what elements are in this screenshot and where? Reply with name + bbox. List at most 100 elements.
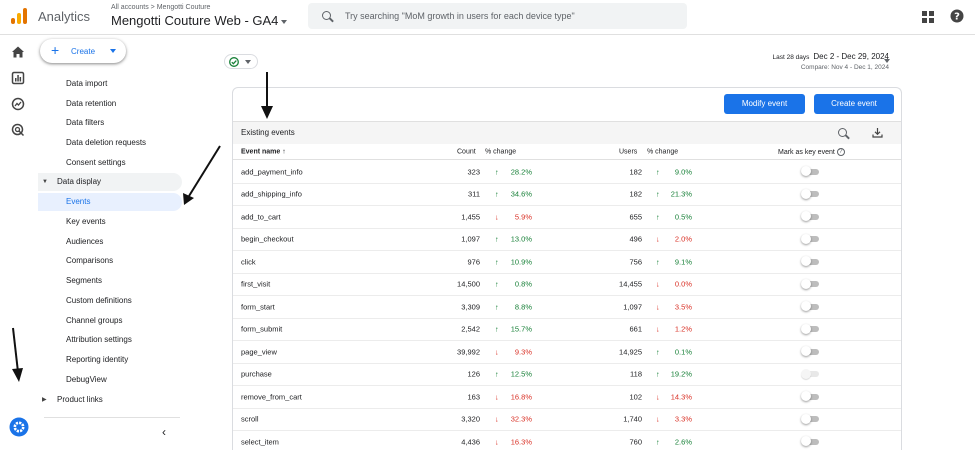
- event-users: 655: [629, 212, 642, 222]
- sidebar-item-attribution-settings[interactable]: Attribution settings: [66, 331, 132, 349]
- sidebar-item-consent-settings[interactable]: Consent settings: [66, 154, 126, 172]
- col-users-change[interactable]: % change: [647, 148, 678, 155]
- col-users[interactable]: Users: [619, 148, 637, 155]
- table-row[interactable]: form_submit 2,542 ↑ 15.7% 661 ↓ 1.2%: [233, 319, 901, 341]
- event-name[interactable]: add_to_cart: [241, 212, 281, 221]
- apps-grid-icon[interactable]: [922, 11, 934, 23]
- key-event-toggle[interactable]: [801, 346, 819, 357]
- sidebar-item-reporting-identity[interactable]: Reporting identity: [66, 351, 128, 369]
- home-icon[interactable]: [11, 45, 25, 59]
- account-breadcrumb[interactable]: All accounts > Mengotti Couture: [111, 4, 210, 11]
- sidebar-item-custom-definitions[interactable]: Custom definitions: [66, 292, 132, 310]
- key-event-toggle[interactable]: [801, 413, 819, 424]
- table-row[interactable]: add_to_cart 1,455 ↓ 5.9% 655 ↑ 0.5%: [233, 206, 901, 229]
- create-button[interactable]: + Create: [40, 39, 126, 63]
- table-row[interactable]: form_start 3,309 ↑ 8.8% 1,097 ↓ 3.5%: [233, 296, 901, 319]
- key-event-toggle[interactable]: [801, 301, 819, 312]
- sort-arrow-icon: ↑: [282, 148, 286, 155]
- reports-icon[interactable]: [11, 71, 25, 85]
- table-row[interactable]: first_visit 14,500 ↑ 0.8% 14,455 ↓ 0.0%: [233, 274, 901, 296]
- table-row[interactable]: select_item 4,436 ↓ 16.3% 760 ↑ 2.6%: [233, 431, 901, 450]
- table-row[interactable]: page_view 39,992 ↓ 9.3% 14,925 ↑ 0.1%: [233, 341, 901, 364]
- sidebar-section-product-links[interactable]: ▶ Product links: [38, 391, 182, 409]
- search-bar[interactable]: Try searching "MoM growth in users for e…: [308, 3, 687, 29]
- date-range-picker[interactable]: Last 28 days Dec 2 - Dec 29, 2024 Compare…: [773, 52, 889, 71]
- event-count: 3,309: [461, 302, 480, 312]
- users-change-arrow-icon: ↑: [656, 189, 660, 199]
- sidebar-item-data-filters[interactable]: Data filters: [66, 114, 104, 132]
- date-range-chevron-icon[interactable]: [884, 59, 890, 63]
- date-range-label: Last 28 days: [772, 54, 810, 61]
- create-event-button[interactable]: Create event: [814, 94, 894, 114]
- sidebar-item-audiences[interactable]: Audiences: [66, 233, 103, 251]
- count-change-pct: 15.7%: [510, 324, 532, 334]
- sidebar-item-debugview[interactable]: DebugView: [66, 371, 107, 389]
- event-name[interactable]: begin_checkout: [241, 235, 294, 244]
- event-name[interactable]: click: [241, 257, 256, 266]
- key-event-toggle[interactable]: [801, 323, 819, 334]
- collapse-sidebar-icon[interactable]: ‹: [162, 425, 166, 439]
- sidebar-item-data-deletion-requests[interactable]: Data deletion requests: [66, 134, 146, 152]
- event-name[interactable]: form_start: [241, 302, 275, 311]
- event-users: 102: [629, 392, 642, 402]
- key-event-toggle[interactable]: [801, 233, 819, 244]
- table-row[interactable]: click 976 ↑ 10.9% 756 ↑ 9.1%: [233, 251, 901, 274]
- table-row[interactable]: begin_checkout 1,097 ↑ 13.0% 496 ↓ 2.0%: [233, 229, 901, 251]
- key-event-toggle[interactable]: [801, 166, 819, 177]
- event-name[interactable]: add_shipping_info: [241, 190, 302, 199]
- count-change-pct: 13.0%: [510, 234, 532, 244]
- help-circle-icon[interactable]: ?: [836, 147, 845, 156]
- sidebar-item-comparisons[interactable]: Comparisons: [66, 252, 113, 270]
- col-event-name[interactable]: Event name ↑: [241, 148, 286, 155]
- key-event-toggle[interactable]: [801, 256, 819, 267]
- create-label: Create: [71, 47, 96, 56]
- table-row[interactable]: purchase 126 ↑ 12.5% 118 ↑ 19.2%: [233, 364, 901, 386]
- sidebar-item-segments[interactable]: Segments: [66, 272, 102, 290]
- col-count[interactable]: Count: [457, 148, 476, 155]
- event-name[interactable]: add_payment_info: [241, 167, 303, 176]
- event-name[interactable]: purchase: [241, 370, 272, 379]
- event-name[interactable]: first_visit: [241, 280, 270, 289]
- sidebar-item-data-import[interactable]: Data import: [66, 75, 107, 93]
- key-event-toggle[interactable]: [801, 391, 819, 402]
- search-icon[interactable]: [838, 128, 847, 137]
- advertising-icon[interactable]: [11, 123, 25, 137]
- sidebar-section-data-display[interactable]: ▼ Data display: [38, 173, 182, 191]
- count-change-arrow-icon: ↑: [495, 302, 499, 312]
- sidebar-item-key-events[interactable]: Key events: [66, 213, 106, 231]
- comparison-chip[interactable]: [224, 54, 258, 69]
- expand-triangle-icon: ▼: [42, 179, 48, 185]
- table-row[interactable]: add_payment_info 323 ↑ 28.2% 182 ↑ 9.0%: [233, 161, 901, 184]
- event-name[interactable]: page_view: [241, 347, 277, 356]
- key-event-toggle[interactable]: [801, 188, 819, 199]
- event-name[interactable]: scroll: [241, 415, 259, 424]
- key-event-toggle[interactable]: [801, 278, 819, 289]
- col-key-event-label: Mark as key event: [778, 148, 835, 156]
- col-count-change[interactable]: % change: [485, 148, 516, 155]
- annotation-arrow-icon: [12, 327, 23, 382]
- users-change-pct: 2.0%: [674, 234, 692, 244]
- help-icon[interactable]: ?: [950, 9, 964, 23]
- users-change-arrow-icon: ↑: [656, 167, 660, 177]
- key-event-toggle[interactable]: [801, 211, 819, 222]
- property-selector[interactable]: Mengotti Couture Web - GA4: [111, 13, 288, 28]
- sidebar-item-data-retention[interactable]: Data retention: [66, 95, 116, 113]
- count-change-arrow-icon: ↓: [495, 414, 499, 424]
- table-row[interactable]: add_shipping_info 311 ↑ 34.6% 182 ↑ 21.3%: [233, 184, 901, 206]
- download-icon[interactable]: [872, 127, 883, 138]
- event-name[interactable]: form_submit: [241, 325, 282, 334]
- table-row[interactable]: remove_from_cart 163 ↓ 16.8% 102 ↓ 14.3%: [233, 386, 901, 409]
- analytics-logo-icon: [11, 8, 27, 24]
- users-change-arrow-icon: ↑: [656, 369, 660, 379]
- admin-gear-icon[interactable]: [9, 417, 29, 437]
- event-name[interactable]: remove_from_cart: [241, 392, 302, 401]
- key-event-toggle[interactable]: [801, 436, 819, 447]
- modify-event-button[interactable]: Modify event: [724, 94, 805, 114]
- users-change-pct: 0.5%: [674, 212, 692, 222]
- explore-icon[interactable]: [11, 97, 25, 111]
- table-row[interactable]: scroll 3,320 ↓ 32.3% 1,740 ↓ 3.3%: [233, 409, 901, 431]
- event-name[interactable]: select_item: [241, 437, 279, 446]
- sidebar-item-events[interactable]: Events: [66, 193, 90, 211]
- toggle-knob: [801, 211, 811, 222]
- sidebar-item-channel-groups[interactable]: Channel groups: [66, 312, 122, 330]
